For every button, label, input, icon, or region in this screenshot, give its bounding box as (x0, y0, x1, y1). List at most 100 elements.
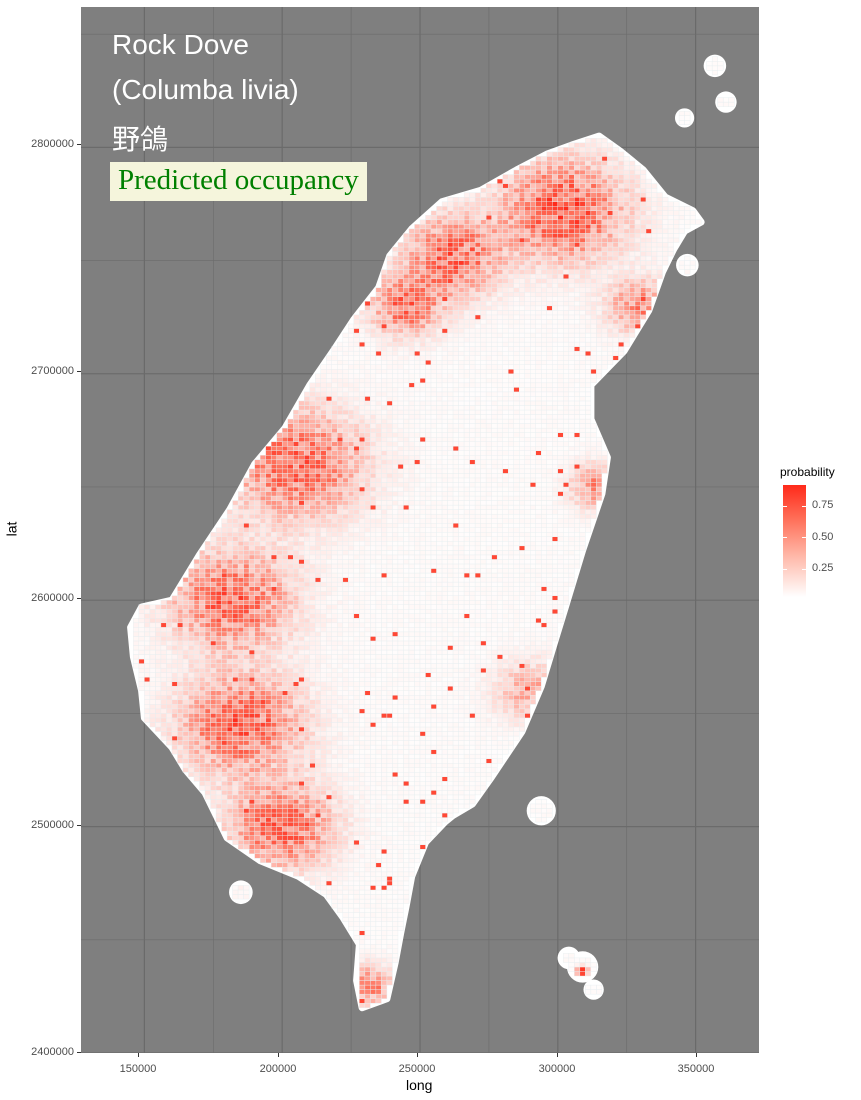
occupancy-cell (397, 744, 404, 750)
occupancy-cell (259, 509, 266, 515)
occupancy-cell (326, 681, 332, 687)
occupancy-cell (342, 486, 349, 492)
occupancy-cell (248, 636, 255, 642)
occupancy-cell (237, 885, 244, 891)
occupancy-cell (243, 844, 250, 850)
occupancy-cell (304, 427, 310, 433)
occupancy-cell (408, 459, 415, 465)
occupancy-cell (342, 708, 349, 714)
occupancy-cell (326, 504, 332, 510)
occupancy-cell (309, 622, 316, 628)
occupancy-cell (353, 477, 360, 483)
occupancy-cell (281, 713, 288, 719)
occupancy-cell (265, 772, 272, 777)
occupancy-cell (359, 559, 366, 565)
occupancy-cell (419, 532, 426, 537)
occupancy-cell (287, 726, 294, 732)
occupancy-cell (276, 532, 283, 537)
occupancy-cell (182, 704, 189, 710)
occupancy-cell (392, 695, 399, 701)
occupancy-cell (315, 704, 321, 710)
occupancy-cell (359, 957, 366, 963)
occupancy-cell (353, 328, 360, 334)
occupancy-cell (359, 704, 366, 710)
occupancy-cell (232, 509, 239, 515)
occupancy-cell (270, 568, 277, 574)
occupancy-cell (315, 432, 321, 438)
occupancy-cell (265, 645, 272, 651)
occupancy-cell (331, 812, 338, 818)
occupancy-cell (326, 763, 332, 768)
occupancy-cell (293, 581, 299, 587)
occupancy-cell (171, 699, 178, 705)
occupancy-cell (298, 767, 305, 773)
occupancy-cell (397, 622, 404, 628)
occupancy-cell (381, 726, 388, 732)
occupancy-cell (160, 672, 167, 678)
occupancy-cell (221, 523, 228, 528)
occupancy-cell (138, 622, 145, 628)
occupancy-cell (386, 586, 393, 592)
occupancy-cell (309, 500, 316, 506)
occupancy-cell (210, 654, 217, 660)
occupancy-cell (342, 649, 349, 655)
occupancy-cell (337, 907, 344, 913)
occupancy-cell (182, 658, 189, 664)
occupancy-cell (375, 713, 382, 719)
occupancy-cell (337, 690, 344, 696)
occupancy-cell (326, 862, 332, 868)
occupancy-cell (403, 545, 410, 551)
occupancy-cell (414, 373, 421, 379)
occupancy-cell (232, 613, 239, 619)
occupancy-cell (232, 690, 239, 696)
occupancy-cell (370, 590, 377, 596)
occupancy-cell (281, 830, 288, 836)
occupancy-cell (177, 622, 184, 628)
occupancy-cell (331, 758, 338, 764)
occupancy-cell (370, 464, 377, 470)
occupancy-cell (248, 604, 255, 610)
occupancy-cell (342, 581, 349, 587)
occupancy-cell (298, 590, 305, 596)
occupancy-cell (270, 563, 277, 569)
occupancy-cell (392, 686, 399, 691)
occupancy-cell (315, 436, 321, 442)
occupancy-cell (166, 690, 173, 696)
occupancy-cell (315, 581, 321, 587)
occupancy-cell (265, 835, 272, 841)
occupancy-cell (232, 744, 239, 750)
occupancy-cell (337, 889, 344, 895)
occupancy-cell (315, 717, 321, 723)
occupancy-cell (265, 839, 272, 845)
occupancy-cell (337, 563, 344, 569)
occupancy-cell (270, 858, 277, 864)
occupancy-cell (348, 776, 355, 782)
occupancy-cell (293, 450, 299, 456)
occupancy-cell (270, 844, 277, 850)
occupancy-cell (309, 799, 316, 805)
occupancy-cell (259, 744, 266, 750)
occupancy-cell (281, 649, 288, 655)
occupancy-cell (276, 785, 283, 791)
occupancy-cell (370, 735, 377, 741)
occupancy-cell (381, 554, 388, 560)
occupancy-cell (210, 581, 217, 587)
occupancy-cell (342, 563, 349, 569)
occupancy-cell (359, 532, 366, 537)
occupancy-cell (403, 658, 410, 664)
occupancy-cell (232, 586, 239, 592)
occupancy-cell (370, 627, 377, 633)
occupancy-cell (177, 735, 184, 741)
occupancy-cell (320, 446, 327, 451)
occupancy-cell (342, 880, 349, 886)
occupancy-cell (392, 821, 399, 827)
occupancy-cell (215, 572, 222, 578)
occupancy-cell (397, 541, 404, 547)
occupancy-cell (414, 446, 421, 451)
occupancy-cell (287, 681, 294, 687)
occupancy-cell (408, 849, 415, 854)
occupancy-cell (381, 305, 388, 311)
occupancy-cell (326, 749, 332, 755)
occupancy-cell (375, 654, 382, 660)
occupancy-cell (342, 468, 349, 474)
